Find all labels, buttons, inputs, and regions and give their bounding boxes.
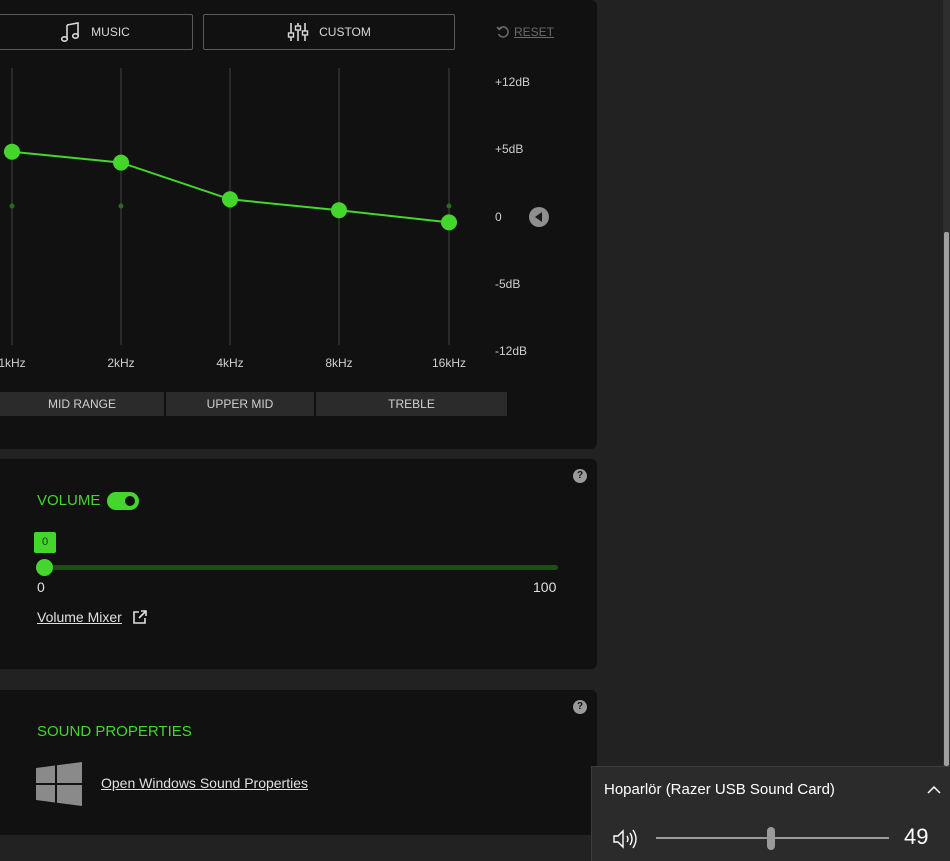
band-8kHz-label: 8kHz (325, 356, 352, 370)
volume-title: VOLUME (37, 492, 101, 509)
band-16kHz-zero-marker (446, 203, 452, 209)
band-1kHz-zero-marker (9, 203, 15, 209)
volume-mixer-label: Volume Mixer (37, 609, 122, 625)
preset-music-button[interactable]: MUSIC (0, 14, 193, 50)
db-label: +5dB (495, 142, 523, 156)
preset-custom-button[interactable]: CUSTOM (203, 14, 455, 50)
volume-max-label: 100 (533, 579, 557, 595)
music-note-icon (61, 22, 80, 43)
volume-slider-thumb[interactable] (36, 559, 53, 576)
band-group-upper-mid: UPPER MID (166, 392, 314, 416)
reset-button[interactable]: RESET (496, 25, 554, 39)
audio-device-name: Hoparlör (Razer USB Sound Card) (604, 781, 835, 798)
band-4kHz-label: 4kHz (216, 356, 243, 370)
band-16kHz-handle[interactable] (441, 214, 457, 231)
system-volume-slider-thumb[interactable] (767, 827, 775, 850)
equalizer-graph: 1kHz 2kHz 4kHz 8kHz 16kHz +12dB +5dB 0 -5dB -12dB (0, 68, 549, 370)
volume-panel (0, 459, 597, 669)
volume-mixer-link[interactable]: Volume Mixer (37, 609, 148, 625)
collapse-arrow-button[interactable] (529, 207, 549, 227)
sound-properties-title: SOUND PROPERTIES (37, 723, 192, 740)
band-2kHz-handle[interactable] (113, 154, 129, 171)
equalizer-panel: MUSIC CUSTOM RESET 1kHz 2kHz 4kHz 8kHz 1… (0, 0, 597, 449)
background-area (597, 0, 950, 861)
preset-music-label: MUSIC (91, 25, 130, 39)
windows-logo-icon (36, 762, 82, 806)
band-4kHz-handle[interactable] (222, 191, 238, 208)
reset-label: RESET (514, 25, 555, 39)
system-volume-value: 49 (904, 824, 929, 849)
band-group-treble: TREBLE (316, 392, 507, 416)
band-8kHz-handle[interactable] (331, 202, 347, 219)
app-window: MUSIC CUSTOM RESET 1kHz 2kHz 4kHz 8kHz 1… (0, 0, 597, 861)
band-16kHz-label: 16kHz (432, 356, 466, 370)
preset-custom-label: CUSTOM (319, 25, 371, 39)
sound-properties-help-icon[interactable]: ? (573, 700, 587, 714)
volume-value-bubble: 0 (34, 532, 56, 553)
band-1kHz-label: 1kHz (0, 356, 26, 370)
scrollbar-thumb[interactable] (944, 232, 949, 766)
volume-min-label: 0 (37, 579, 45, 595)
sliders-icon (287, 23, 309, 41)
band-2kHz-label: 2kHz (107, 356, 134, 370)
chevron-up-icon[interactable] (924, 780, 944, 800)
db-label: -5dB (495, 277, 520, 291)
windows-volume-flyout: Hoparlör (Razer USB Sound Card) 49 (591, 766, 950, 861)
external-link-icon (133, 610, 147, 624)
volume-slider-track[interactable] (37, 565, 558, 570)
volume-toggle[interactable] (107, 492, 139, 510)
sound-properties-panel (0, 690, 597, 835)
band-1kHz-handle[interactable] (4, 143, 20, 160)
reset-icon (496, 26, 509, 38)
volume-help-icon[interactable]: ? (573, 469, 587, 483)
db-label: +12dB (495, 75, 530, 89)
speaker-icon[interactable] (612, 828, 638, 850)
band-group-mid-range: MID RANGE (0, 392, 164, 416)
db-label: -12dB (495, 344, 527, 358)
band-2kHz-zero-marker (118, 203, 124, 209)
db-label: 0 (495, 210, 502, 224)
open-sound-properties-link[interactable]: Open Windows Sound Properties (101, 775, 308, 791)
